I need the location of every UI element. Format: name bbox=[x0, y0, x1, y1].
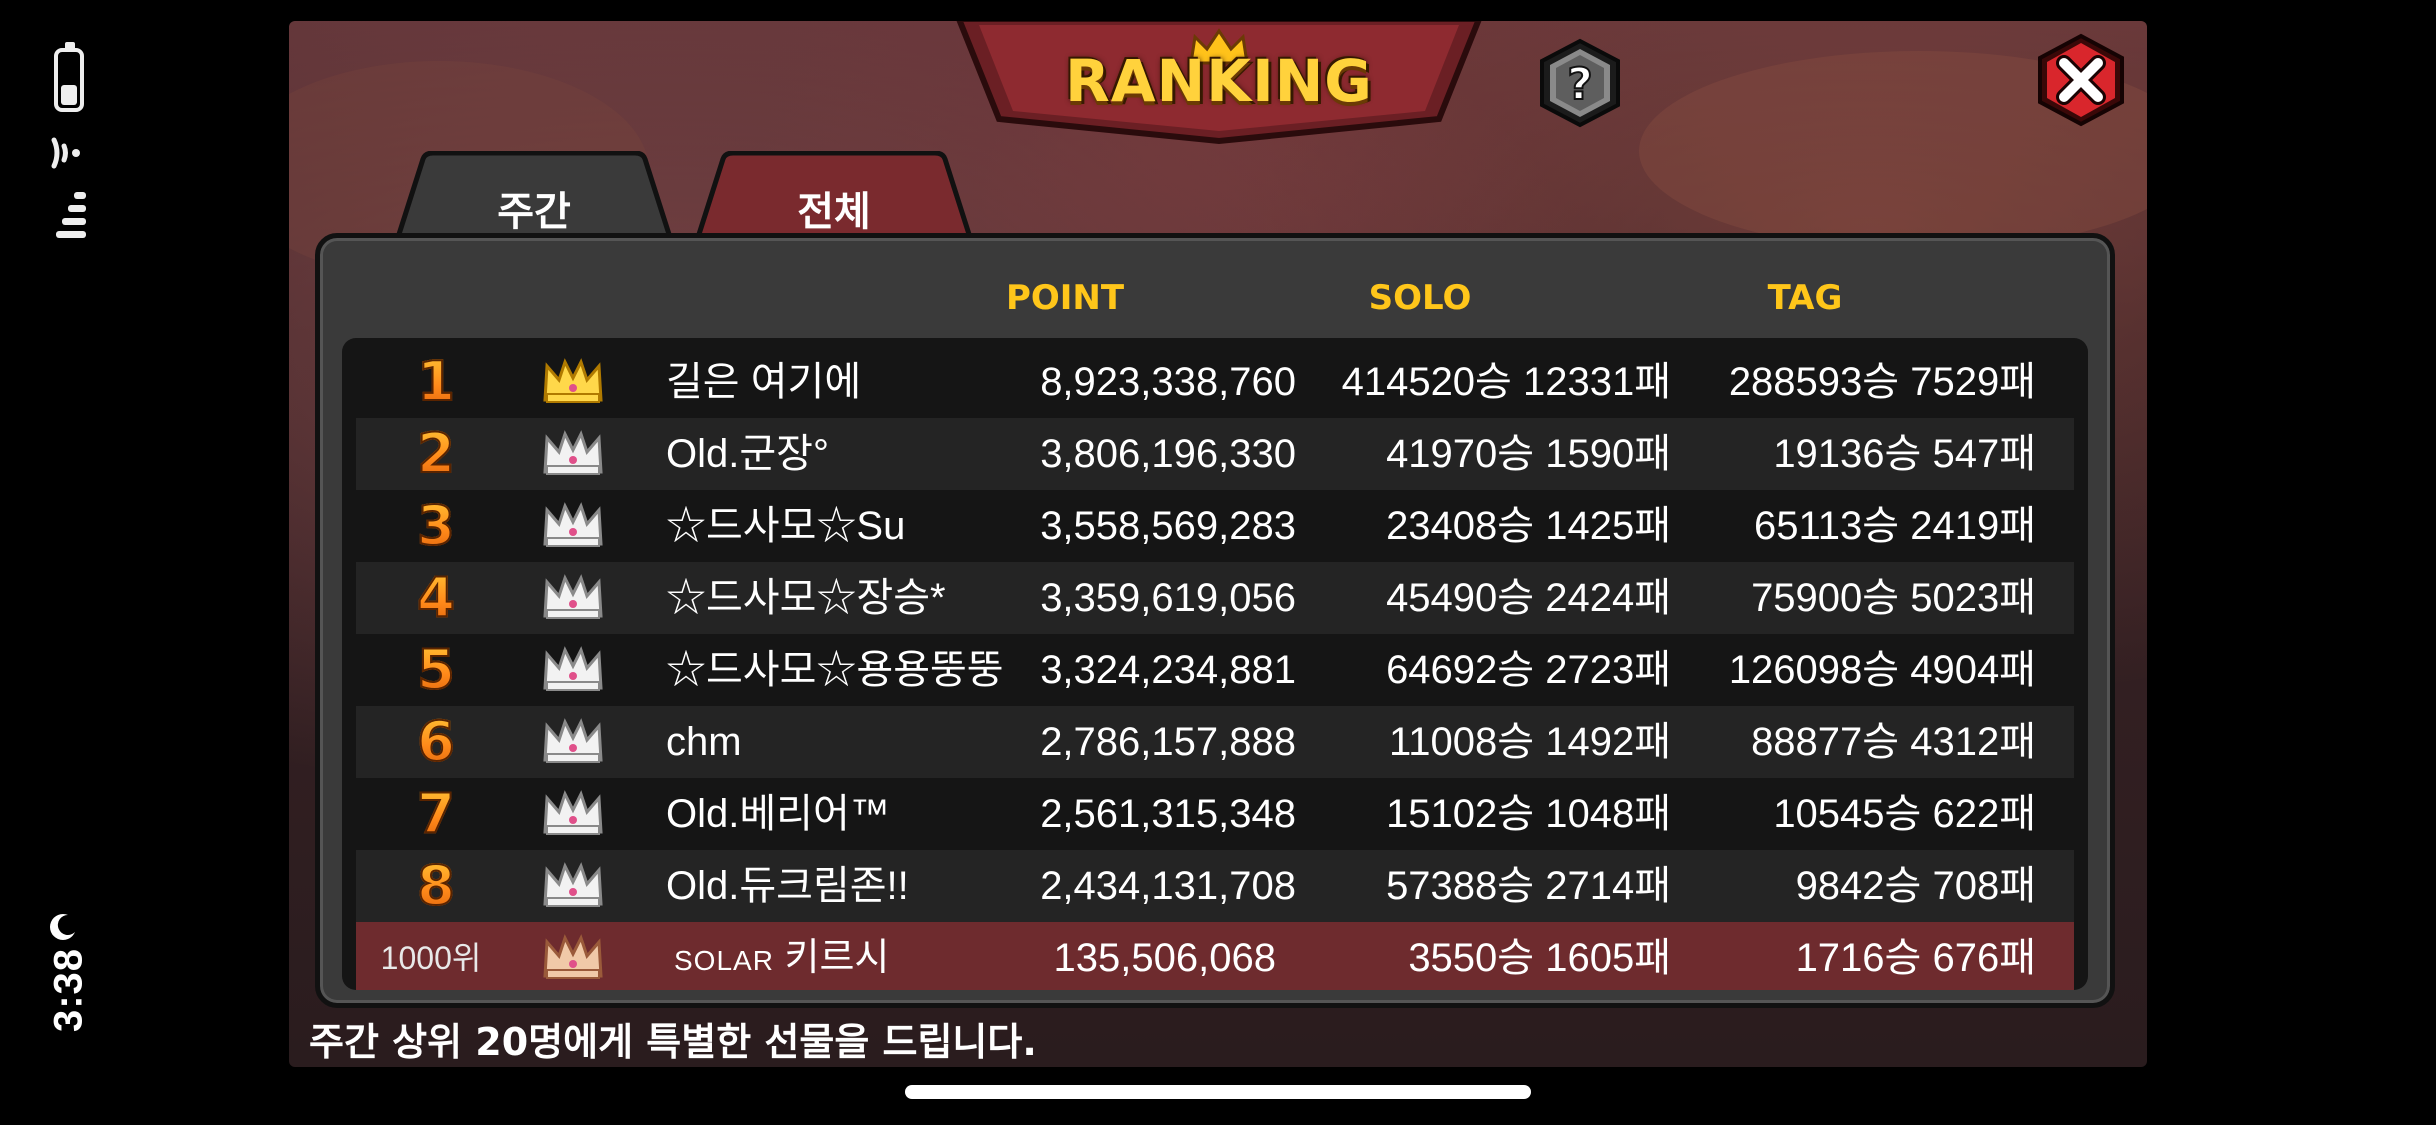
player-name: Old.베리어™ bbox=[666, 792, 890, 836]
help-button[interactable]: ? bbox=[1534, 37, 1626, 129]
player-point: 8,923,338,760 bbox=[1040, 360, 1296, 404]
ranking-row[interactable]: 8 Old.듀크림존!! 2,434,131,708 57388승 2714패 9842… bbox=[356, 850, 2074, 922]
ranking-row[interactable]: 6 chm 2,786,157,888 11008승 1492패 88877승 4312… bbox=[356, 706, 2074, 778]
question-mark-icon: ? bbox=[1567, 59, 1593, 110]
player-tag-record: 10545승 622패 bbox=[1773, 792, 2036, 836]
player-name: ☆드사모☆Su bbox=[666, 504, 906, 548]
rank-number: 8 bbox=[401, 850, 471, 922]
player-solo-record: 64692승 2723패 bbox=[1386, 648, 1671, 692]
player-point: 2,434,131,708 bbox=[1040, 864, 1296, 908]
player-solo-record: 45490승 2424패 bbox=[1386, 576, 1671, 620]
gold-crown-icon bbox=[541, 356, 605, 408]
ranking-table[interactable]: 1 길은 여기에 8,923,338,760 414520승 12331패 288593… bbox=[342, 338, 2088, 990]
player-tag-record: 126098승 4904패 bbox=[1728, 648, 2036, 692]
column-header-solo: SOLO bbox=[1368, 278, 1472, 318]
rank-number: 4 bbox=[401, 562, 471, 634]
my-name-text: 키르시 bbox=[784, 937, 890, 979]
column-header-point: POINT bbox=[1005, 278, 1125, 318]
player-tag-record: 9842승 708패 bbox=[1795, 864, 2036, 908]
my-rank: 1000위 bbox=[380, 940, 482, 976]
player-tag-record: 288593승 7529패 bbox=[1728, 360, 2036, 404]
player-tag-record: 19136승 547패 bbox=[1773, 432, 2036, 476]
close-button[interactable] bbox=[2034, 33, 2128, 127]
player-solo-record: 15102승 1048패 bbox=[1386, 792, 1671, 836]
ranking-panel: POINT SOLO TAG 1 길은 여기에 8,923,338,760 41452… bbox=[315, 233, 2115, 1008]
bronze-crown-icon bbox=[541, 932, 605, 984]
player-solo-record: 11008승 1492패 bbox=[1389, 720, 1671, 764]
player-name: ☆드사모☆장승* bbox=[666, 576, 946, 620]
silver-crown-icon bbox=[541, 500, 605, 552]
player-solo-record: 414520승 12331패 bbox=[1341, 360, 1671, 404]
rank-number: 2 bbox=[401, 418, 471, 490]
ranking-row[interactable]: 3 ☆드사모☆Su 3,558,569,283 23408승 1425패 65113승 … bbox=[356, 490, 2074, 562]
my-ranking-row[interactable]: 1000위 SOLAR 키르시 135,506,068 3550승 1605패 1716… bbox=[356, 922, 2074, 990]
player-point: 2,561,315,348 bbox=[1040, 792, 1296, 836]
my-tag-record: 1716승 676패 bbox=[1795, 936, 2036, 980]
silver-crown-icon bbox=[541, 428, 605, 480]
ranking-row[interactable]: 7 Old.베리어™ 2,561,315,348 15102승 1048패 10545승… bbox=[356, 778, 2074, 850]
ranking-window: RANKING ? 주간 전체 POINT SOLO TAG 1 길은 여기에 … bbox=[289, 21, 2147, 1067]
rank-number: 1 bbox=[401, 346, 471, 418]
page-title: RANKING bbox=[1065, 47, 1373, 115]
silver-crown-icon bbox=[541, 716, 605, 768]
rank-number: 6 bbox=[401, 706, 471, 778]
player-name: Old.군장° bbox=[666, 432, 829, 476]
ranking-row[interactable]: 5 ☆드사모☆용용뚱뚱 3,324,234,881 64692승 2723패 12609… bbox=[356, 634, 2074, 706]
silver-crown-icon bbox=[541, 788, 605, 840]
player-point: 3,324,234,881 bbox=[1040, 648, 1296, 692]
phone-status-bar: 3:38 bbox=[0, 0, 140, 1125]
ranking-row[interactable]: 4 ☆드사모☆장승* 3,359,619,056 45490승 2424패 75900승… bbox=[356, 562, 2074, 634]
clock-time: 3:38 bbox=[46, 947, 91, 1033]
my-point: 135,506,068 bbox=[1053, 936, 1276, 980]
player-point: 3,359,619,056 bbox=[1040, 576, 1296, 620]
player-name: ☆드사모☆용용뚱뚱 bbox=[666, 648, 1004, 692]
title-banner: RANKING bbox=[949, 21, 1489, 159]
home-indicator[interactable] bbox=[905, 1085, 1531, 1099]
player-name: chm bbox=[666, 720, 742, 764]
tab-weekly-label: 주간 bbox=[497, 189, 571, 235]
player-tag-record: 88877승 4312패 bbox=[1751, 720, 2036, 764]
player-solo-record: 41970승 1590패 bbox=[1386, 432, 1671, 476]
player-tag-record: 65113승 2419패 bbox=[1754, 504, 2036, 548]
silver-crown-icon bbox=[541, 572, 605, 624]
player-point: 2,786,157,888 bbox=[1040, 720, 1296, 764]
rank-number: 3 bbox=[401, 490, 471, 562]
player-tag-record: 75900승 5023패 bbox=[1751, 576, 2036, 620]
tab-all-label: 전체 bbox=[797, 189, 871, 235]
ranking-row[interactable]: 1 길은 여기에 8,923,338,760 414520승 12331패 288593… bbox=[356, 346, 2074, 418]
cellular-signal-icon bbox=[56, 192, 86, 244]
battery-icon bbox=[54, 42, 84, 112]
column-header-tag: TAG bbox=[1767, 278, 1843, 318]
silver-crown-icon bbox=[541, 860, 605, 912]
player-name: Old.듀크림존!! bbox=[666, 864, 909, 908]
player-point: 3,558,569,283 bbox=[1040, 504, 1296, 548]
footer-note: 주간 상위 20명에게 특별한 선물을 드립니다. bbox=[309, 1020, 1037, 1064]
player-point: 3,806,196,330 bbox=[1040, 432, 1296, 476]
rank-number: 5 bbox=[401, 634, 471, 706]
player-solo-record: 23408승 1425패 bbox=[1386, 504, 1671, 548]
wifi-icon bbox=[51, 137, 80, 169]
player-solo-record: 57388승 2714패 bbox=[1386, 864, 1671, 908]
silver-crown-icon bbox=[541, 644, 605, 696]
my-solo-record: 3550승 1605패 bbox=[1408, 936, 1671, 980]
clock: 3:38 bbox=[26, 900, 112, 1080]
ranking-row[interactable]: 2 Old.군장° 3,806,196,330 41970승 1590패 19136승 … bbox=[356, 418, 2074, 490]
rank-number: 7 bbox=[401, 778, 471, 850]
player-name: 길은 여기에 bbox=[666, 360, 862, 404]
my-guild-tag: SOLAR bbox=[674, 945, 774, 976]
